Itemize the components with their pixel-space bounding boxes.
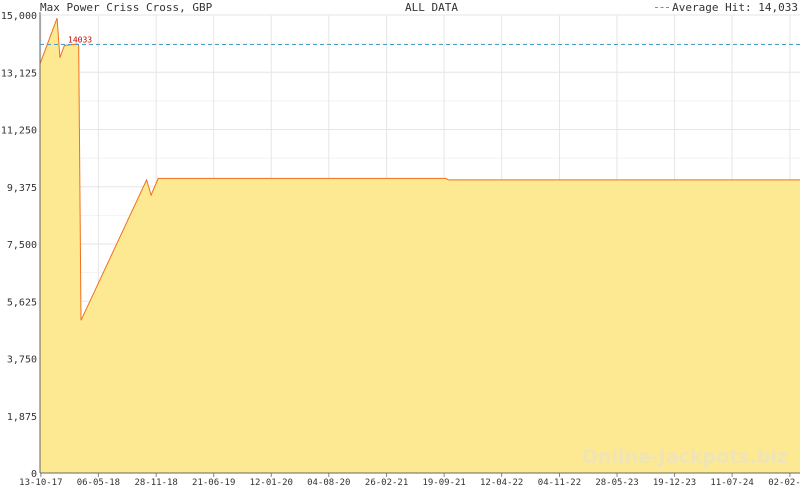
average-value-label: 14033 [68, 36, 92, 45]
average-legend-label: Average Hit: 14,033 [672, 1, 798, 14]
x-tick-label: 19-09-21 [422, 478, 465, 488]
x-tick-label: 28-05-23 [595, 478, 638, 488]
range-label: ALL DATA [405, 1, 458, 14]
x-tick-label: 28-11-18 [135, 478, 178, 488]
x-tick-label: 19-12-23 [653, 478, 696, 488]
y-tick-label: 9,375 [7, 183, 37, 194]
y-tick-label: 7,500 [7, 240, 37, 251]
x-tick-label: 21-06-19 [192, 478, 235, 488]
x-tick-label: 26-02-21 [365, 478, 408, 488]
y-tick-label: 13,125 [1, 68, 37, 79]
x-tick-label: 13-10-17 [19, 478, 62, 488]
x-tick-label: 11-07-24 [710, 478, 753, 488]
chart-area: 01,8753,7505,6257,5009,37511,25013,12515… [1, 11, 800, 488]
chart-title: Max Power Criss Cross, GBP [40, 1, 213, 14]
y-tick-label: 3,750 [7, 355, 37, 366]
x-tick-label: 12-04-22 [480, 478, 523, 488]
x-tick-label: 06-05-18 [77, 478, 120, 488]
series-area [40, 18, 800, 473]
average-legend: Average Hit: 14,033 [655, 1, 798, 14]
x-tick-label: 02-02-25 [768, 478, 800, 488]
watermark: Online-Jackpots.biz [581, 446, 788, 468]
average-dash-icon [655, 7, 670, 8]
y-tick-label: 5,625 [7, 297, 37, 308]
x-tick-label: 04-08-20 [307, 478, 350, 488]
y-tick-label: 15,000 [1, 11, 37, 22]
x-tick-label: 12-01-20 [250, 478, 293, 488]
x-tick-label: 04-11-22 [538, 478, 581, 488]
y-tick-label: 1,875 [7, 412, 37, 423]
y-tick-label: 11,250 [1, 126, 37, 137]
